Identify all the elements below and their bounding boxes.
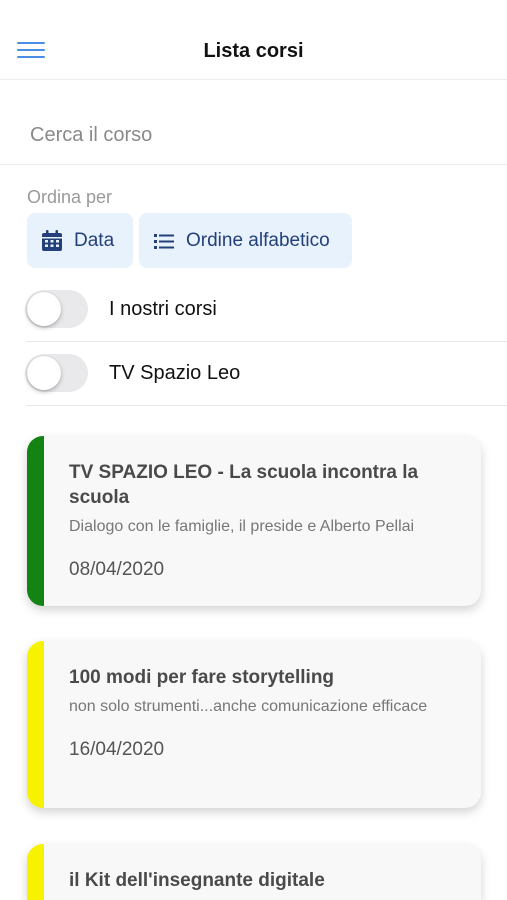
course-subtitle: Dialogo con le famiglie, il preside e Al… — [69, 518, 415, 535]
course-color-stripe — [27, 641, 44, 808]
toggle-knob — [27, 292, 61, 326]
course-title: 100 modi per fare storytelling — [69, 667, 335, 688]
course-date: 16/04/2020 — [69, 739, 165, 760]
course-card[interactable]: 100 modi per fare storytelling non solo … — [27, 641, 481, 808]
tv-spazio-leo-label: TV Spazio Leo — [109, 362, 241, 384]
sort-by-date-label: Data — [74, 229, 115, 251]
filter-row-our-courses: I nostri corsi — [0, 278, 507, 342]
sort-alphabetical-label: Ordine alfabetico — [186, 229, 330, 251]
toggle-knob — [27, 356, 61, 390]
tv-spazio-leo-toggle[interactable] — [25, 354, 88, 392]
course-card[interactable]: il Kit dell'insegnante digitale — [27, 844, 481, 900]
divider — [27, 405, 507, 406]
nav-bar: Lista corsi — [0, 0, 507, 80]
course-title: TV SPAZIO LEO - La scuola incontra la sc… — [69, 462, 419, 508]
course-subtitle: non solo strumenti...anche comunicazione… — [69, 698, 428, 715]
search-bar — [0, 80, 507, 165]
course-title: il Kit dell'insegnante digitale — [69, 870, 325, 891]
filter-row-tv-spazio-leo: TV Spazio Leo — [0, 342, 507, 406]
our-courses-toggle[interactable] — [25, 290, 88, 328]
course-date: 08/04/2020 — [69, 559, 165, 580]
course-card[interactable]: TV SPAZIO LEO - La scuola incontra la sc… — [27, 436, 481, 606]
sort-alphabetical-button[interactable]: Ordine alfabetico — [139, 213, 352, 268]
list-icon — [152, 229, 176, 253]
sort-label: Ordina per — [27, 187, 113, 207]
sort-by-date-button[interactable]: Data — [27, 213, 133, 268]
course-color-stripe — [27, 844, 44, 900]
search-input[interactable] — [30, 122, 480, 148]
course-color-stripe — [27, 436, 44, 606]
our-courses-label: I nostri corsi — [109, 298, 217, 320]
page-title: Lista corsi — [203, 40, 304, 62]
calendar-icon — [40, 229, 64, 253]
